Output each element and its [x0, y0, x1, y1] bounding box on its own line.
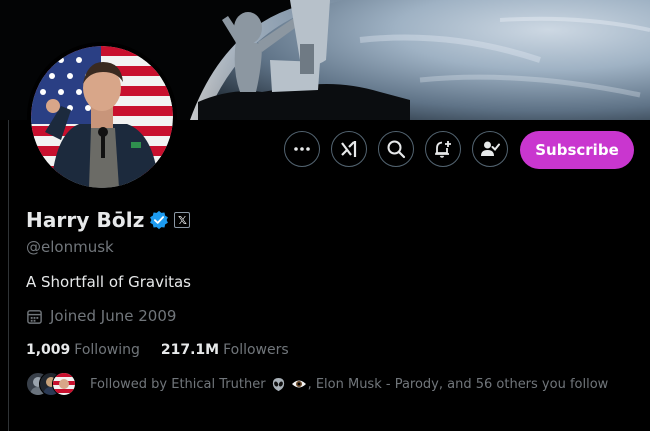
column-divider: [8, 120, 9, 431]
handle: @elonmusk: [26, 238, 114, 256]
followers-count: 217.1M: [160, 342, 220, 358]
notify-plus-icon: [435, 141, 451, 158]
more-icon: [294, 147, 310, 151]
alien-emoji-icon: [271, 377, 286, 392]
following-count: 1,009: [26, 342, 71, 358]
followed-by-prefix: Followed by Ethical Truther: [90, 376, 266, 392]
eye-emoji-icon: [291, 378, 307, 390]
search-icon: [387, 140, 406, 159]
following-label: Following: [74, 342, 140, 358]
verified-icon[interactable]: [149, 210, 169, 230]
profile-page: Subscribe Harry Bōlz 𝕏 @elonmusk A Short…: [0, 0, 650, 431]
name-row: Harry Bōlz 𝕏: [26, 208, 191, 232]
notify-button[interactable]: [425, 131, 461, 167]
joined-label: Joined June 2009: [50, 307, 177, 325]
bio: A Shortfall of Gravitas: [26, 273, 191, 291]
follow-check-icon: [481, 141, 500, 156]
subscribe-button[interactable]: Subscribe: [520, 131, 634, 169]
avatar-image: [31, 46, 173, 188]
followers-label: Followers: [223, 342, 289, 358]
follow-stats: 1,009 Following 217.1M Followers: [26, 342, 310, 358]
grok-button[interactable]: [331, 131, 367, 167]
following-link[interactable]: 1,009 Following: [26, 342, 140, 358]
x-affiliate-badge[interactable]: 𝕏: [174, 212, 191, 228]
joined-date: Joined June 2009: [26, 307, 176, 325]
grok-icon: [341, 141, 357, 157]
display-name: Harry Bōlz: [26, 208, 145, 232]
follower-avatars: [26, 372, 82, 396]
calendar-icon: [27, 309, 42, 324]
profile-avatar[interactable]: [27, 42, 177, 192]
more-button[interactable]: [284, 131, 320, 167]
search-button[interactable]: [378, 131, 414, 167]
followers-link[interactable]: 217.1M Followers: [161, 342, 289, 358]
followed-by[interactable]: Followed by Ethical Truther , Elon Musk …: [26, 372, 608, 396]
follower-avatar: [52, 372, 76, 396]
following-button[interactable]: [472, 131, 508, 167]
followed-by-suffix: , Elon Musk - Parody, and 56 others you …: [307, 376, 609, 392]
